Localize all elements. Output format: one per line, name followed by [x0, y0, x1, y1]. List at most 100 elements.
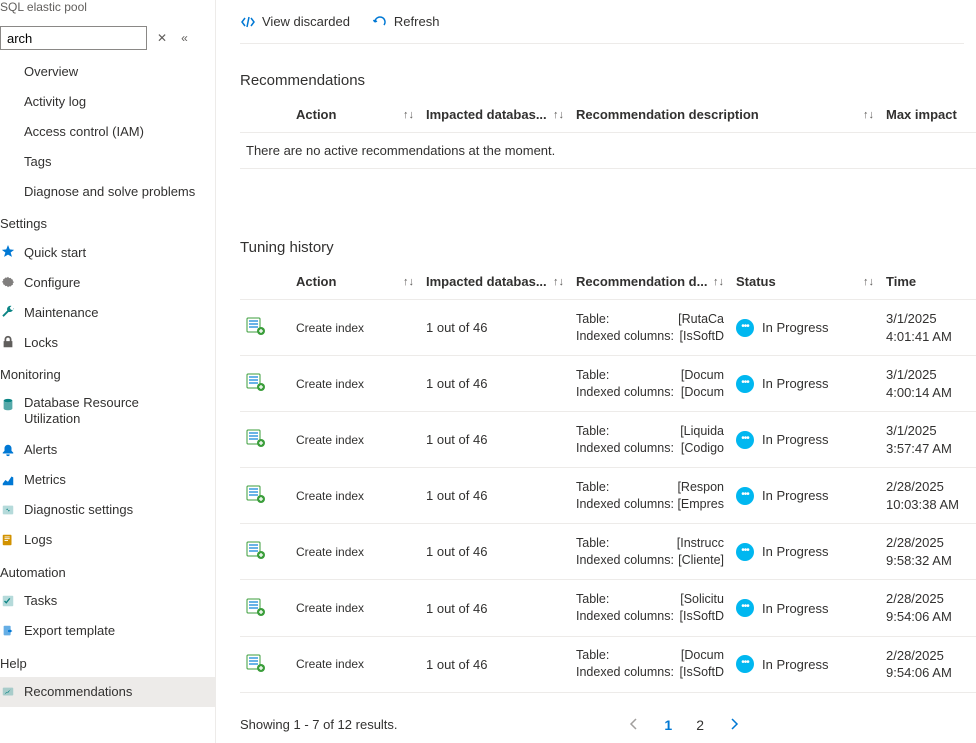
toolbar: View discarded Refresh [240, 0, 964, 44]
code-icon [240, 14, 256, 30]
cell-impacted: 1 out of 46 [420, 580, 570, 636]
table-row[interactable]: Create index1 out of 46Table:[LiquidaInd… [240, 412, 976, 468]
nav-label: Logs [24, 532, 52, 547]
cell-status: •••In Progress [730, 580, 880, 636]
pager-page-2[interactable]: 2 [692, 715, 708, 735]
nav-label: Maintenance [24, 305, 98, 320]
nav-export-template[interactable]: Export template [0, 616, 215, 646]
nav-label: Activity log [24, 94, 86, 109]
sidebar-search-input[interactable] [0, 26, 147, 50]
tasks-icon [0, 593, 16, 609]
table-row[interactable]: Create index1 out of 46Table:[SolicituIn… [240, 580, 976, 636]
col-action[interactable]: Action ↑↓ [290, 264, 420, 300]
pager-page-1[interactable]: 1 [660, 715, 676, 735]
cell-description: Table:[InstruccIndexed columns:[Cliente] [570, 524, 730, 580]
nav-logs[interactable]: Logs [0, 525, 215, 555]
col-action[interactable]: Action ↑↓ [290, 97, 420, 133]
cell-time: 2/28/20259:58:32 AM [880, 524, 976, 580]
sort-icon: ↑↓ [553, 276, 564, 288]
sidebar-search-row: ✕ « [0, 20, 215, 56]
nav-overview[interactable]: Overview [0, 56, 215, 86]
sidebar-collapse-icon[interactable]: « [177, 29, 192, 47]
nav-locks[interactable]: Locks [0, 327, 215, 357]
cell-description: Table:[SolicituIndexed columns:[IsSoftD [570, 580, 730, 636]
sort-icon: ↑↓ [403, 276, 414, 288]
results-count: Showing 1 - 7 of 12 results. [240, 717, 398, 732]
sort-icon: ↑↓ [403, 109, 414, 121]
cell-impacted: 1 out of 46 [420, 524, 570, 580]
nav-label: Locks [24, 335, 58, 350]
col-description[interactable]: Recommendation description ↑↓ [570, 97, 880, 133]
nav-configure[interactable]: Configure [0, 267, 215, 297]
main-pane: View discarded Refresh Recommendations A… [216, 0, 976, 743]
nav-maintenance[interactable]: Maintenance [0, 297, 215, 327]
nav-label: Tags [24, 154, 51, 169]
metrics-icon [0, 472, 16, 488]
bell-icon [0, 442, 16, 458]
table-row[interactable]: Create index1 out of 46Table:[ResponInde… [240, 468, 976, 524]
row-icon [240, 412, 290, 468]
nav-db-resource-utilization[interactable]: Database Resource Utilization [0, 388, 215, 435]
col-impacted[interactable]: Impacted databas... ↑↓ [420, 264, 570, 300]
col-time[interactable]: Time [880, 264, 976, 300]
col-description[interactable]: Recommendation d... ↑↓ [570, 264, 730, 300]
toolbar-label: View discarded [262, 14, 350, 29]
cell-impacted: 1 out of 46 [420, 412, 570, 468]
nav-label: Tasks [24, 593, 57, 608]
table-row[interactable]: Create index1 out of 46Table:[DocumIndex… [240, 356, 976, 412]
cell-time: 3/1/20254:00:14 AM [880, 356, 976, 412]
nav-tags[interactable]: Tags [0, 146, 215, 176]
nav-tasks[interactable]: Tasks [0, 586, 215, 616]
cell-action: Create index [290, 524, 420, 580]
cell-description: Table:[RutaCaIndexed columns:[IsSoftD [570, 300, 730, 356]
in-progress-icon: ••• [736, 431, 754, 449]
toolbar-label: Refresh [394, 14, 440, 29]
resource-type-label: SQL elastic pool [0, 0, 215, 20]
pager-prev-icon[interactable] [624, 713, 644, 737]
nav-alerts[interactable]: Alerts [0, 435, 215, 465]
sort-icon: ↑↓ [713, 276, 724, 288]
nav-label: Quick start [24, 245, 86, 260]
table-row[interactable]: Create index1 out of 46Table:[DocumIndex… [240, 636, 976, 692]
nav-label: Metrics [24, 472, 66, 487]
sort-icon: ↑↓ [863, 109, 874, 121]
in-progress-icon: ••• [736, 655, 754, 673]
nav-quick-start[interactable]: Quick start [0, 237, 215, 267]
in-progress-icon: ••• [736, 543, 754, 561]
nav-recommendations[interactable]: Recommendations [0, 677, 215, 707]
sort-icon: ↑↓ [863, 276, 874, 288]
nav-activity-log[interactable]: Activity log [0, 86, 215, 116]
export-icon [0, 623, 16, 639]
nav-section-settings: Settings [0, 210, 215, 237]
nav-section-monitoring: Monitoring [0, 361, 215, 388]
nav-label: Overview [24, 64, 78, 79]
cell-status: •••In Progress [730, 468, 880, 524]
nav-label: Diagnose and solve problems [24, 184, 195, 199]
quick-start-icon [0, 244, 16, 260]
view-discarded-button[interactable]: View discarded [240, 14, 350, 30]
cell-status: •••In Progress [730, 356, 880, 412]
cell-time: 2/28/20259:54:06 AM [880, 580, 976, 636]
nav-metrics[interactable]: Metrics [0, 465, 215, 495]
cell-description: Table:[LiquidaIndexed columns:[Codigo [570, 412, 730, 468]
table-row[interactable]: Create index1 out of 46Table:[InstruccIn… [240, 524, 976, 580]
col-max-impact[interactable]: Max impact [880, 97, 976, 133]
refresh-button[interactable]: Refresh [372, 14, 440, 30]
nav-diagnostic-settings[interactable]: Diagnostic settings [0, 495, 215, 525]
row-icon [240, 300, 290, 356]
sort-icon: ↑↓ [553, 109, 564, 121]
table-row[interactable]: Create index1 out of 46Table:[RutaCaInde… [240, 300, 976, 356]
cell-action: Create index [290, 356, 420, 412]
database-icon [0, 397, 16, 413]
col-impacted[interactable]: Impacted databas... ↑↓ [420, 97, 570, 133]
pager-next-icon[interactable] [724, 713, 744, 737]
sidebar-search-clear-icon[interactable]: ✕ [153, 29, 171, 47]
nav-diagnose[interactable]: Diagnose and solve problems [0, 176, 215, 206]
cell-description: Table:[DocumIndexed columns:[IsSoftD [570, 636, 730, 692]
row-icon [240, 524, 290, 580]
nav-access-control[interactable]: Access control (IAM) [0, 116, 215, 146]
nav-label: Diagnostic settings [24, 502, 133, 517]
sidebar: SQL elastic pool ✕ « Overview Activity l… [0, 0, 216, 743]
col-status[interactable]: Status ↑↓ [730, 264, 880, 300]
gear-icon [0, 274, 16, 290]
